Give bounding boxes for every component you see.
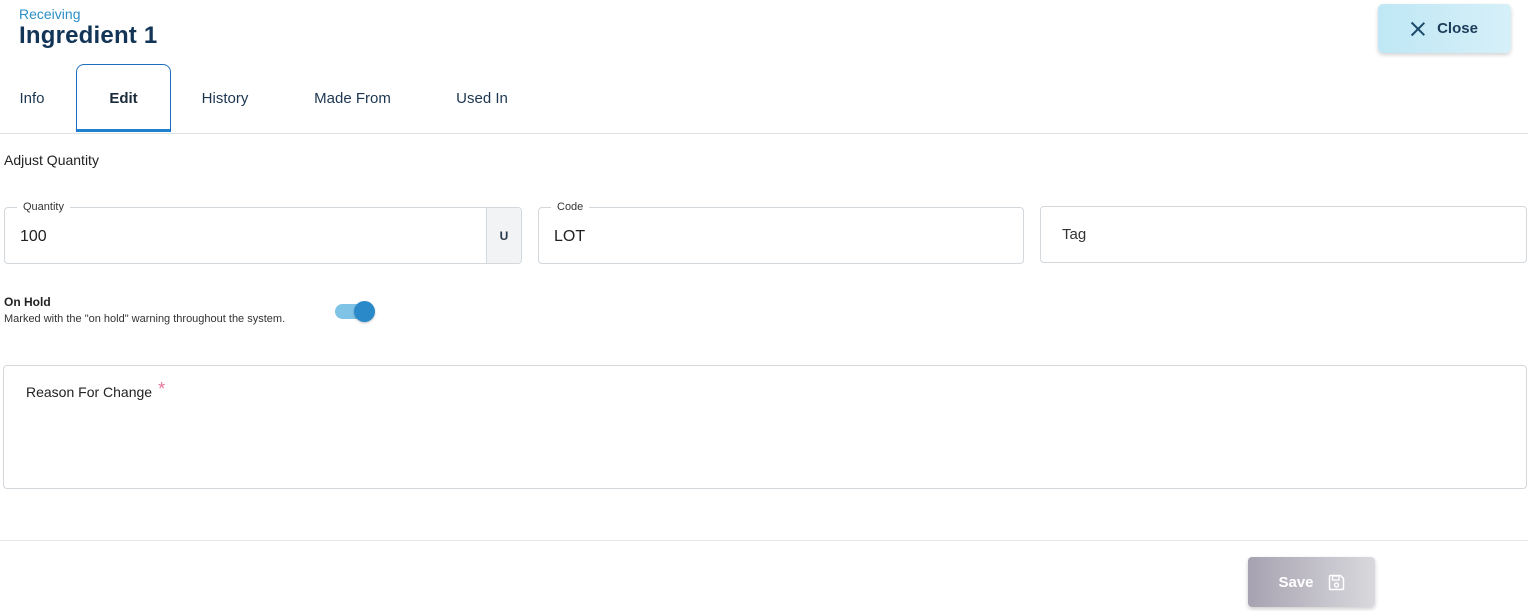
footer-divider bbox=[0, 540, 1528, 541]
tab-made-from[interactable]: Made From bbox=[300, 64, 405, 132]
page-title: Ingredient 1 bbox=[19, 22, 158, 49]
adjust-quantity-heading: Adjust Quantity bbox=[4, 152, 99, 168]
quantity-unit[interactable]: U bbox=[486, 208, 521, 263]
tag-placeholder: Tag bbox=[1062, 226, 1087, 243]
reason-label: Reason For Change * bbox=[26, 379, 166, 400]
code-label: Code bbox=[551, 201, 590, 213]
tab-bar: Info Edit History Made From Used In bbox=[0, 64, 1528, 134]
reason-for-change-field[interactable]: Reason For Change * bbox=[3, 365, 1527, 489]
code-value[interactable]: LOT bbox=[554, 228, 585, 246]
floppy-disk-icon bbox=[1328, 574, 1345, 591]
quantity-label: Quantity bbox=[17, 201, 70, 213]
code-field[interactable]: Code LOT bbox=[538, 201, 1024, 264]
tab-info[interactable]: Info bbox=[4, 64, 60, 132]
save-button-label: Save bbox=[1278, 573, 1314, 591]
tab-used-in[interactable]: Used In bbox=[443, 64, 521, 132]
breadcrumb[interactable]: Receiving bbox=[19, 6, 80, 22]
toggle-knob bbox=[354, 301, 375, 322]
close-button[interactable]: Close bbox=[1378, 4, 1511, 53]
tab-edit[interactable]: Edit bbox=[76, 64, 171, 132]
quantity-field[interactable]: Quantity 100 U bbox=[4, 201, 522, 264]
on-hold-toggle[interactable] bbox=[334, 300, 376, 324]
tab-history[interactable]: History bbox=[185, 64, 265, 132]
on-hold-description: Marked with the "on hold" warning throug… bbox=[4, 313, 286, 325]
on-hold-title: On Hold bbox=[4, 295, 51, 309]
close-button-label: Close bbox=[1437, 20, 1478, 37]
quantity-value[interactable]: 100 bbox=[20, 228, 47, 246]
tag-field[interactable]: Tag bbox=[1040, 206, 1527, 263]
close-icon bbox=[1411, 22, 1425, 36]
save-button[interactable]: Save bbox=[1248, 557, 1375, 607]
required-marker: * bbox=[158, 379, 166, 399]
